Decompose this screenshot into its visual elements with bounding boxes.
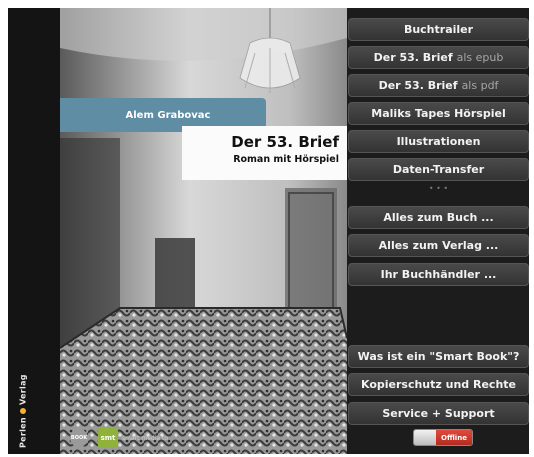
- menu-buchhaendler-button[interactable]: Ihr Buchhändler ...: [348, 263, 529, 286]
- author-name: Alem Grabovac: [125, 109, 211, 121]
- app-frame: Perlen Verlag Alem Grabovac Der 53. Brie…: [8, 8, 529, 454]
- book-title: Der 53. Brief: [231, 133, 339, 151]
- publisher-dot-icon: [20, 408, 26, 415]
- spine-verlag-label: Verlag: [18, 374, 28, 406]
- offline-toggle[interactable]: Offline: [413, 429, 473, 446]
- publisher-logos: BOOK smt smart media to: [70, 428, 168, 448]
- menu-buchtrailer-button[interactable]: Buchtrailer: [348, 18, 529, 41]
- menu-item-label: Buchtrailer: [403, 23, 474, 36]
- menu-separator: • • •: [428, 184, 449, 193]
- menu-alles-zum-verlag-button[interactable]: Alles zum Verlag ...: [348, 234, 529, 257]
- menu-item-label: Ihr Buchhändler ...: [380, 268, 497, 281]
- toggle-label: Offline: [436, 430, 472, 445]
- toggle-knob: [414, 430, 436, 445]
- menu-pdf-button[interactable]: Der 53. Brief als pdf: [348, 74, 529, 97]
- menu-item-label: Was ist ein "Smart Book"?: [357, 350, 520, 363]
- menu-item-label: Der 53. Brief: [373, 51, 453, 64]
- smt-logo-text: smart media to: [122, 434, 168, 442]
- menu-item-suffix: als epub: [456, 51, 504, 64]
- menu-item-label: Alles zum Buch ...: [383, 211, 494, 224]
- menu-daten-transfer-button[interactable]: Daten-Transfer: [348, 158, 529, 181]
- spine-publisher-text: Perlen Verlag: [16, 328, 30, 448]
- menu-item-label: Service + Support: [382, 407, 495, 420]
- menu-item-label: Daten-Transfer: [392, 163, 485, 176]
- menu-item-label: Illustrationen: [396, 135, 481, 148]
- menu-illustrationen-button[interactable]: Illustrationen: [348, 130, 529, 153]
- book-spine: Perlen Verlag: [8, 8, 60, 454]
- menu-epub-button[interactable]: Der 53. Brief als epub: [348, 46, 529, 69]
- menu-item-label: Der 53. Brief: [378, 79, 458, 92]
- book-subtitle: Roman mit Hörspiel: [233, 154, 339, 165]
- menu-alles-zum-buch-button[interactable]: Alles zum Buch ...: [348, 206, 529, 229]
- menu-item-suffix: als pdf: [461, 79, 499, 92]
- menu-item-label: Maliks Tapes Hörspiel: [371, 107, 506, 120]
- cover-photo: [60, 8, 347, 454]
- menu-kopierschutz-button[interactable]: Kopierschutz und Rechte: [348, 373, 529, 396]
- book-badge-icon: BOOK: [70, 429, 88, 447]
- menu-item-label: Kopierschutz und Rechte: [360, 378, 516, 391]
- smt-logo-icon: smt: [98, 428, 118, 448]
- book-cover: Alem Grabovac Der 53. Brief Roman mit Hö…: [60, 8, 347, 454]
- menu-service-support-button[interactable]: Service + Support: [348, 402, 529, 425]
- title-box: Der 53. Brief Roman mit Hörspiel: [182, 126, 347, 180]
- menu-item-label: Alles zum Verlag ...: [378, 239, 499, 252]
- menu-smart-book-button[interactable]: Was ist ein "Smart Book"?: [348, 345, 529, 368]
- menu-hoerspiel-button[interactable]: Maliks Tapes Hörspiel: [348, 102, 529, 125]
- spine-perlen-label: Perlen: [18, 417, 28, 448]
